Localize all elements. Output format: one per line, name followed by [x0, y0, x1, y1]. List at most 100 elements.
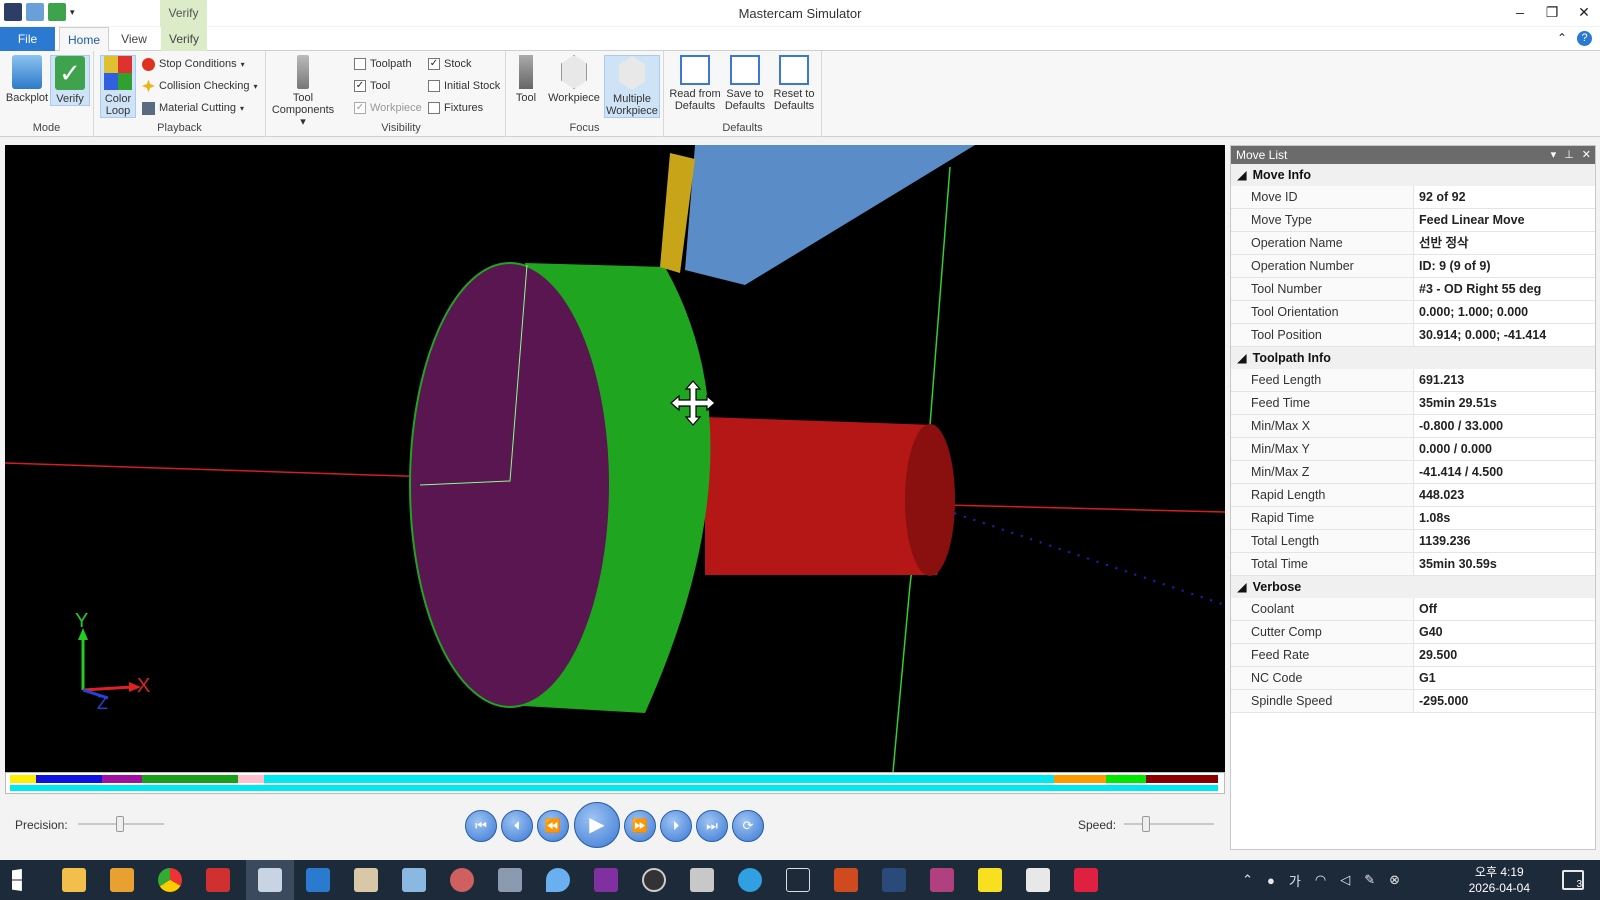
restore-button[interactable]: ❐	[1536, 0, 1568, 26]
property-row[interactable]: Feed Rate 29.500	[1231, 644, 1595, 667]
collapse-triangle-icon[interactable]: ◢	[1237, 164, 1247, 186]
onenote-icon[interactable]	[594, 868, 618, 892]
red-app-icon[interactable]	[1074, 868, 1098, 892]
stop-conditions-button[interactable]: Stop Conditions ▾	[142, 55, 245, 73]
speed-slider-thumb[interactable]	[1142, 816, 1150, 832]
stock-toggle[interactable]: ✓ Stock	[428, 55, 472, 73]
property-row[interactable]: Operation Number ID: 9 (9 of 9)	[1231, 255, 1595, 278]
property-row[interactable]: Feed Time 35min 29.51s	[1231, 392, 1595, 415]
microphone-icon[interactable]: ●	[1267, 873, 1275, 888]
network-icon[interactable]: ◠	[1315, 872, 1326, 888]
verify-quick-icon[interactable]	[48, 3, 66, 21]
file-explorer-icon[interactable]	[62, 868, 86, 892]
loop-button[interactable]: ⟳	[732, 810, 764, 842]
close-button[interactable]: ✕	[1568, 0, 1600, 26]
maps-pin-icon[interactable]	[546, 868, 570, 892]
reset-defaults-button[interactable]: Reset to Defaults	[770, 55, 818, 112]
outlook-icon[interactable]	[306, 868, 330, 892]
calculator-icon[interactable]	[498, 868, 522, 892]
focus-tool-button[interactable]: Tool	[512, 55, 540, 104]
panel-dropdown-icon[interactable]: ▾	[1551, 146, 1557, 164]
step-back-button[interactable]: ⏴	[501, 810, 533, 842]
multiple-workpiece-button[interactable]: Multiple Workpiece	[604, 55, 660, 118]
collapse-triangle-icon[interactable]: ◢	[1237, 347, 1247, 369]
help-icon[interactable]: ?	[1577, 31, 1592, 46]
panel-close-icon[interactable]: ✕	[1582, 146, 1591, 164]
tab-file[interactable]: File	[0, 27, 55, 51]
shape-app-icon[interactable]	[450, 868, 474, 892]
cad-app-icon[interactable]	[882, 868, 906, 892]
pencil-app-icon[interactable]	[110, 868, 134, 892]
rewind-button[interactable]: ⏪	[537, 810, 569, 842]
go-to-start-button[interactable]: ⏮	[465, 810, 497, 842]
precision-slider[interactable]	[78, 816, 164, 832]
color-loop-button[interactable]: Color Loop	[100, 55, 136, 118]
play-button[interactable]: ▶	[574, 802, 620, 848]
property-row[interactable]: Coolant Off	[1231, 598, 1595, 621]
tia-portal-icon[interactable]	[786, 868, 810, 892]
powerpoint-icon[interactable]	[834, 868, 858, 892]
tab-view[interactable]: View	[115, 27, 153, 51]
toolpath-toggle[interactable]: Toolpath	[354, 55, 412, 73]
property-row[interactable]: Tool Position 30.914; 0.000; -41.414	[1231, 324, 1595, 347]
property-row[interactable]: NC Code G1	[1231, 667, 1595, 690]
ime-icon[interactable]: 가	[1289, 871, 1301, 890]
fixtures-checkbox[interactable]	[428, 102, 440, 114]
read-defaults-button[interactable]: Read from Defaults	[668, 55, 722, 112]
property-row[interactable]: Tool Orientation 0.000; 1.000; 0.000	[1231, 301, 1595, 324]
mxc-icon[interactable]	[930, 868, 954, 892]
stock-checkbox[interactable]: ✓	[428, 58, 440, 70]
property-row[interactable]: Spindle Speed -295.000	[1231, 690, 1595, 713]
start-windows-icon[interactable]	[12, 868, 22, 892]
simulation-viewport[interactable]: Y X Z	[5, 145, 1225, 772]
verify-button[interactable]: ✓ Verify	[50, 55, 90, 106]
tool-toggle[interactable]: ✓ Tool	[354, 77, 390, 95]
pdf-icon[interactable]	[1026, 868, 1050, 892]
chrome-icon[interactable]	[158, 868, 182, 892]
property-row[interactable]: Move Type Feed Linear Move	[1231, 209, 1595, 232]
property-row[interactable]: Move ID 92 of 92	[1231, 186, 1595, 209]
focus-workpiece-button[interactable]: Workpiece	[548, 55, 600, 104]
fixtures-toggle[interactable]: Fixtures	[428, 99, 483, 117]
category-verbose[interactable]: ◢ Verbose	[1231, 576, 1595, 598]
volume-icon[interactable]: ◁	[1340, 872, 1350, 888]
obs-icon[interactable]	[642, 868, 666, 892]
category-toolpath-info[interactable]: ◢ Toolpath Info	[1231, 347, 1595, 369]
customize-qa-dropdown-icon[interactable]: ▾	[70, 7, 75, 18]
eraser-app-icon[interactable]	[402, 868, 426, 892]
pin-icon[interactable]: ⊥	[1564, 146, 1574, 164]
collapse-ribbon-icon[interactable]: ⌃	[1557, 31, 1567, 46]
hwp-icon[interactable]	[206, 868, 230, 892]
property-row[interactable]: Rapid Time 1.08s	[1231, 507, 1595, 530]
camera-icon[interactable]	[690, 868, 714, 892]
taskbar-clock[interactable]: 오후 4:19 2026-04-04	[1469, 864, 1530, 896]
tab-home[interactable]: Home	[59, 27, 109, 52]
toolpath-checkbox[interactable]	[354, 58, 366, 70]
tray-expand-icon[interactable]: ⌃	[1242, 872, 1253, 888]
paint-icon[interactable]	[354, 868, 378, 892]
property-row[interactable]: Min/Max Y 0.000 / 0.000	[1231, 438, 1595, 461]
backplot-quick-icon[interactable]	[26, 3, 44, 21]
property-row[interactable]: Feed Length 691.213	[1231, 369, 1595, 392]
collapse-triangle-icon[interactable]: ◢	[1237, 576, 1247, 598]
property-row[interactable]: Total Time 35min 30.59s	[1231, 553, 1595, 576]
property-row[interactable]: Tool Number #3 - OD Right 55 deg	[1231, 278, 1595, 301]
precision-slider-thumb[interactable]	[116, 816, 124, 832]
go-to-end-button[interactable]: ⏭	[696, 810, 728, 842]
tool-components-button[interactable]: Tool Components ▾	[270, 55, 336, 128]
kakaotalk-icon[interactable]	[978, 868, 1002, 892]
backplot-button[interactable]: Backplot	[4, 55, 50, 104]
material-cutting-button[interactable]: Material Cutting ▾	[142, 99, 244, 117]
move-color-timeline[interactable]	[5, 772, 1225, 794]
property-row[interactable]: Cutter Comp G40	[1231, 621, 1595, 644]
initial-stock-toggle[interactable]: Initial Stock	[428, 77, 500, 95]
fast-forward-button[interactable]: ⏩	[624, 810, 656, 842]
property-row[interactable]: Min/Max Z -41.414 / 4.500	[1231, 461, 1595, 484]
tool-checkbox[interactable]: ✓	[354, 80, 366, 92]
initial-stock-checkbox[interactable]	[428, 80, 440, 92]
close-circle-icon[interactable]: ⊗	[1389, 872, 1400, 888]
category-move-info[interactable]: ◢ Move Info	[1231, 164, 1595, 186]
tab-verify[interactable]: Verify	[161, 27, 207, 51]
notification-icon[interactable]: 3	[1562, 870, 1584, 890]
property-row[interactable]: Min/Max X -0.800 / 33.000	[1231, 415, 1595, 438]
